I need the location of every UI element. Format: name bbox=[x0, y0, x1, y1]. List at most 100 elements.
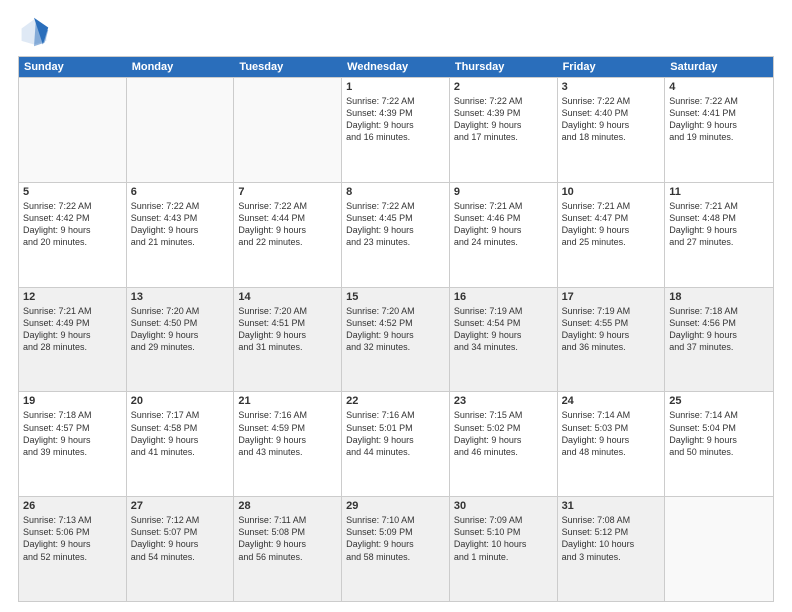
calendar-row: 19 Sunrise: 7:18 AM Sunset: 4:57 PM Dayli… bbox=[19, 391, 773, 496]
cell-info: Sunrise: 7:18 AM Sunset: 4:56 PM Dayligh… bbox=[669, 305, 769, 354]
cell-info: Sunrise: 7:22 AM Sunset: 4:39 PM Dayligh… bbox=[346, 95, 445, 144]
day-number: 7 bbox=[238, 186, 337, 198]
calendar-cell: 25 Sunrise: 7:14 AM Sunset: 5:04 PM Dayli… bbox=[665, 392, 773, 496]
day-number: 1 bbox=[346, 81, 445, 93]
day-number: 31 bbox=[562, 500, 661, 512]
day-number: 19 bbox=[23, 395, 122, 407]
day-number: 25 bbox=[669, 395, 769, 407]
calendar-cell: 3 Sunrise: 7:22 AM Sunset: 4:40 PM Daylig… bbox=[558, 78, 666, 182]
day-number: 4 bbox=[669, 81, 769, 93]
day-number: 17 bbox=[562, 291, 661, 303]
cell-info: Sunrise: 7:15 AM Sunset: 5:02 PM Dayligh… bbox=[454, 409, 553, 458]
calendar-cell: 24 Sunrise: 7:14 AM Sunset: 5:03 PM Dayli… bbox=[558, 392, 666, 496]
calendar-cell: 8 Sunrise: 7:22 AM Sunset: 4:45 PM Daylig… bbox=[342, 183, 450, 287]
day-number: 13 bbox=[131, 291, 230, 303]
day-number: 15 bbox=[346, 291, 445, 303]
calendar-row: 5 Sunrise: 7:22 AM Sunset: 4:42 PM Daylig… bbox=[19, 182, 773, 287]
weekday-header: Sunday bbox=[19, 57, 127, 77]
day-number: 9 bbox=[454, 186, 553, 198]
calendar-cell: 9 Sunrise: 7:21 AM Sunset: 4:46 PM Daylig… bbox=[450, 183, 558, 287]
weekday-header: Friday bbox=[558, 57, 666, 77]
calendar: SundayMondayTuesdayWednesdayThursdayFrid… bbox=[18, 56, 774, 602]
day-number: 2 bbox=[454, 81, 553, 93]
day-number: 27 bbox=[131, 500, 230, 512]
day-number: 22 bbox=[346, 395, 445, 407]
calendar-cell: 2 Sunrise: 7:22 AM Sunset: 4:39 PM Daylig… bbox=[450, 78, 558, 182]
calendar-cell: 19 Sunrise: 7:18 AM Sunset: 4:57 PM Dayli… bbox=[19, 392, 127, 496]
cell-info: Sunrise: 7:20 AM Sunset: 4:52 PM Dayligh… bbox=[346, 305, 445, 354]
cell-info: Sunrise: 7:20 AM Sunset: 4:50 PM Dayligh… bbox=[131, 305, 230, 354]
calendar-cell: 26 Sunrise: 7:13 AM Sunset: 5:06 PM Dayli… bbox=[19, 497, 127, 601]
cell-info: Sunrise: 7:22 AM Sunset: 4:42 PM Dayligh… bbox=[23, 200, 122, 249]
calendar-cell bbox=[127, 78, 235, 182]
cell-info: Sunrise: 7:08 AM Sunset: 5:12 PM Dayligh… bbox=[562, 514, 661, 563]
day-number: 18 bbox=[669, 291, 769, 303]
cell-info: Sunrise: 7:22 AM Sunset: 4:43 PM Dayligh… bbox=[131, 200, 230, 249]
calendar-cell bbox=[19, 78, 127, 182]
cell-info: Sunrise: 7:12 AM Sunset: 5:07 PM Dayligh… bbox=[131, 514, 230, 563]
day-number: 14 bbox=[238, 291, 337, 303]
cell-info: Sunrise: 7:22 AM Sunset: 4:39 PM Dayligh… bbox=[454, 95, 553, 144]
day-number: 11 bbox=[669, 186, 769, 198]
calendar-row: 26 Sunrise: 7:13 AM Sunset: 5:06 PM Dayli… bbox=[19, 496, 773, 601]
day-number: 3 bbox=[562, 81, 661, 93]
day-number: 28 bbox=[238, 500, 337, 512]
cell-info: Sunrise: 7:21 AM Sunset: 4:47 PM Dayligh… bbox=[562, 200, 661, 249]
calendar-cell: 30 Sunrise: 7:09 AM Sunset: 5:10 PM Dayli… bbox=[450, 497, 558, 601]
cell-info: Sunrise: 7:17 AM Sunset: 4:58 PM Dayligh… bbox=[131, 409, 230, 458]
day-number: 6 bbox=[131, 186, 230, 198]
cell-info: Sunrise: 7:19 AM Sunset: 4:55 PM Dayligh… bbox=[562, 305, 661, 354]
calendar-cell: 29 Sunrise: 7:10 AM Sunset: 5:09 PM Dayli… bbox=[342, 497, 450, 601]
day-number: 20 bbox=[131, 395, 230, 407]
day-number: 21 bbox=[238, 395, 337, 407]
cell-info: Sunrise: 7:21 AM Sunset: 4:49 PM Dayligh… bbox=[23, 305, 122, 354]
cell-info: Sunrise: 7:16 AM Sunset: 5:01 PM Dayligh… bbox=[346, 409, 445, 458]
cell-info: Sunrise: 7:14 AM Sunset: 5:03 PM Dayligh… bbox=[562, 409, 661, 458]
cell-info: Sunrise: 7:10 AM Sunset: 5:09 PM Dayligh… bbox=[346, 514, 445, 563]
day-number: 16 bbox=[454, 291, 553, 303]
cell-info: Sunrise: 7:21 AM Sunset: 4:48 PM Dayligh… bbox=[669, 200, 769, 249]
weekday-header: Monday bbox=[127, 57, 235, 77]
page-header bbox=[18, 16, 774, 48]
cell-info: Sunrise: 7:16 AM Sunset: 4:59 PM Dayligh… bbox=[238, 409, 337, 458]
calendar-cell: 16Sunrise: 7:19 AM Sunset: 4:54 PM Dayli… bbox=[450, 288, 558, 392]
cell-info: Sunrise: 7:09 AM Sunset: 5:10 PM Dayligh… bbox=[454, 514, 553, 563]
weekday-header: Wednesday bbox=[342, 57, 450, 77]
calendar-cell: 1 Sunrise: 7:22 AM Sunset: 4:39 PM Daylig… bbox=[342, 78, 450, 182]
cell-info: Sunrise: 7:14 AM Sunset: 5:04 PM Dayligh… bbox=[669, 409, 769, 458]
calendar-cell: 13 Sunrise: 7:20 AM Sunset: 4:50 PM Dayli… bbox=[127, 288, 235, 392]
calendar-cell bbox=[234, 78, 342, 182]
day-number: 8 bbox=[346, 186, 445, 198]
cell-info: Sunrise: 7:22 AM Sunset: 4:41 PM Dayligh… bbox=[669, 95, 769, 144]
calendar-cell: 28 Sunrise: 7:11 AM Sunset: 5:08 PM Dayli… bbox=[234, 497, 342, 601]
weekday-header: Tuesday bbox=[234, 57, 342, 77]
cell-info: Sunrise: 7:18 AM Sunset: 4:57 PM Dayligh… bbox=[23, 409, 122, 458]
cell-info: Sunrise: 7:22 AM Sunset: 4:45 PM Dayligh… bbox=[346, 200, 445, 249]
calendar-cell: 12Sunrise: 7:21 AM Sunset: 4:49 PM Dayli… bbox=[19, 288, 127, 392]
day-number: 5 bbox=[23, 186, 122, 198]
day-number: 30 bbox=[454, 500, 553, 512]
day-number: 24 bbox=[562, 395, 661, 407]
cell-info: Sunrise: 7:20 AM Sunset: 4:51 PM Dayligh… bbox=[238, 305, 337, 354]
calendar-cell: 31 Sunrise: 7:08 AM Sunset: 5:12 PM Dayli… bbox=[558, 497, 666, 601]
logo bbox=[18, 16, 54, 48]
cell-info: Sunrise: 7:22 AM Sunset: 4:44 PM Dayligh… bbox=[238, 200, 337, 249]
calendar-cell: 20 Sunrise: 7:17 AM Sunset: 4:58 PM Dayli… bbox=[127, 392, 235, 496]
calendar-cell: 11 Sunrise: 7:21 AM Sunset: 4:48 PM Dayli… bbox=[665, 183, 773, 287]
calendar-row: 1 Sunrise: 7:22 AM Sunset: 4:39 PM Daylig… bbox=[19, 77, 773, 182]
cell-info: Sunrise: 7:22 AM Sunset: 4:40 PM Dayligh… bbox=[562, 95, 661, 144]
calendar-cell: 27 Sunrise: 7:12 AM Sunset: 5:07 PM Dayli… bbox=[127, 497, 235, 601]
calendar-header: SundayMondayTuesdayWednesdayThursdayFrid… bbox=[19, 57, 773, 77]
day-number: 10 bbox=[562, 186, 661, 198]
calendar-cell: 18 Sunrise: 7:18 AM Sunset: 4:56 PM Dayli… bbox=[665, 288, 773, 392]
cell-info: Sunrise: 7:13 AM Sunset: 5:06 PM Dayligh… bbox=[23, 514, 122, 563]
calendar-row: 12Sunrise: 7:21 AM Sunset: 4:49 PM Dayli… bbox=[19, 287, 773, 392]
day-number: 26 bbox=[23, 500, 122, 512]
calendar-cell: 7 Sunrise: 7:22 AM Sunset: 4:44 PM Daylig… bbox=[234, 183, 342, 287]
calendar-cell: 17 Sunrise: 7:19 AM Sunset: 4:55 PM Dayli… bbox=[558, 288, 666, 392]
cell-info: Sunrise: 7:11 AM Sunset: 5:08 PM Dayligh… bbox=[238, 514, 337, 563]
calendar-cell: 4 Sunrise: 7:22 AM Sunset: 4:41 PM Daylig… bbox=[665, 78, 773, 182]
calendar-cell: 22 Sunrise: 7:16 AM Sunset: 5:01 PM Dayli… bbox=[342, 392, 450, 496]
day-number: 29 bbox=[346, 500, 445, 512]
cell-info: Sunrise: 7:21 AM Sunset: 4:46 PM Dayligh… bbox=[454, 200, 553, 249]
